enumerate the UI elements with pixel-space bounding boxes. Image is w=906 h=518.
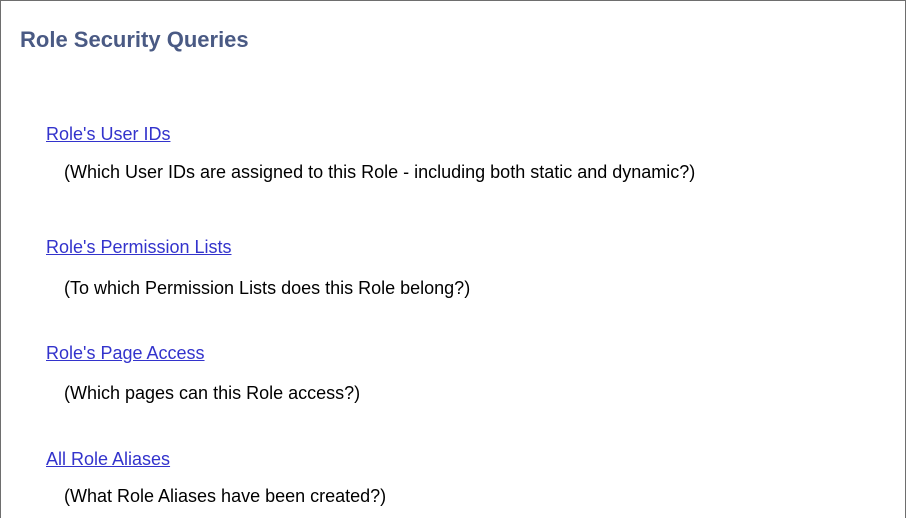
page-title: Role Security Queries bbox=[20, 27, 249, 52]
roles-permission-lists-description: (To which Permission Lists does this Rol… bbox=[64, 278, 471, 298]
roles-user-ids-description: (Which User IDs are assigned to this Rol… bbox=[64, 162, 696, 182]
all-role-aliases-description: (What Role Aliases have been created?) bbox=[64, 486, 387, 506]
roles-page-access-link[interactable]: Role's Page Access bbox=[46, 341, 205, 365]
roles-user-ids-link[interactable]: Role's User IDs bbox=[46, 122, 170, 146]
all-role-aliases-link[interactable]: All Role Aliases bbox=[46, 447, 170, 471]
roles-permission-lists-link[interactable]: Role's Permission Lists bbox=[46, 235, 232, 259]
query-panel: Role Security Queries Role's User IDs (W… bbox=[0, 0, 906, 518]
roles-page-access-description: (Which pages can this Role access?) bbox=[64, 383, 361, 403]
